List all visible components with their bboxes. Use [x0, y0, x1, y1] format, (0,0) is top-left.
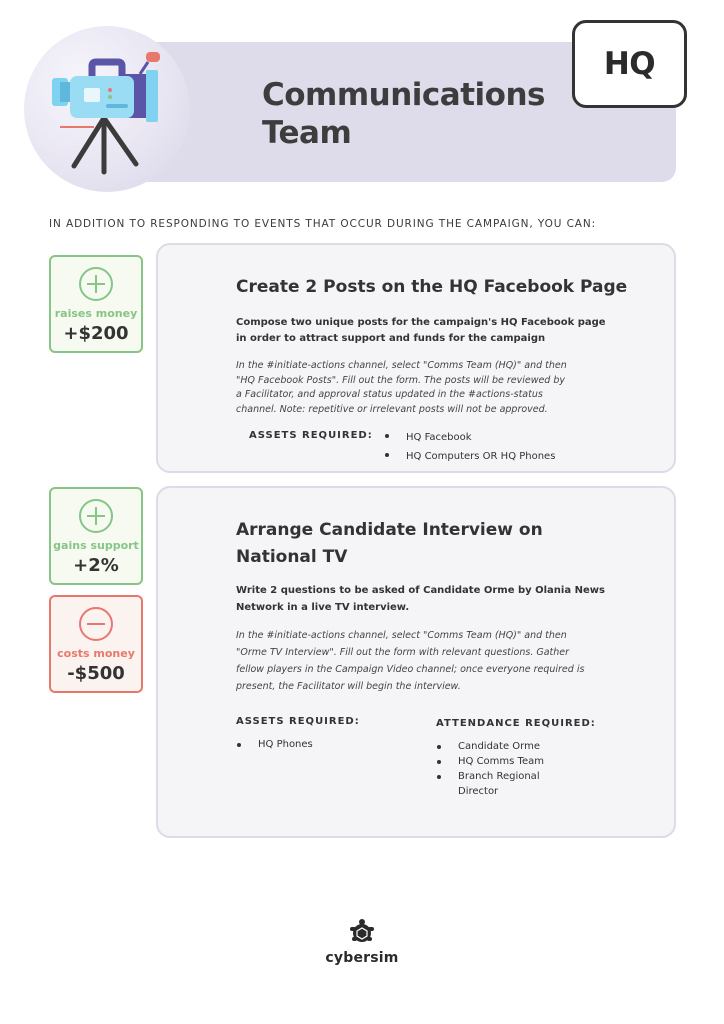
list-item: HQ Phones [236, 737, 313, 752]
action-title-line: Arrange Candidate Interview on [236, 520, 543, 540]
assets-required-label: ASSETS REQUIRED: [236, 716, 360, 727]
action-card-tv-interview: Arrange Candidate Interview on National … [156, 486, 676, 838]
plus-icon [79, 499, 113, 533]
list-item: Candidate Orme [436, 739, 544, 754]
costs-money-badge: costs money -$500 [49, 595, 143, 693]
instruction-line: present, the Facilitator will begin the … [236, 681, 461, 692]
effect-label: costs money [57, 647, 135, 660]
instruction-line: channel. Note: repetitive or irrelevant … [236, 403, 548, 415]
instruction-line: "Orme TV Interview". Fill out the form w… [236, 647, 570, 658]
action-instructions: In the #initiate-actions channel, select… [236, 627, 584, 695]
gains-support-badge: gains support +2% [49, 487, 143, 585]
action-lead-line: in order to attract support and funds fo… [236, 333, 546, 344]
turtle-icon [350, 919, 374, 942]
action-title-line: National TV [236, 547, 348, 567]
action-lead: Compose two unique posts for the campaig… [236, 315, 606, 347]
page-title-line-1: Communications [262, 77, 545, 113]
page-title-line-2: Team [262, 115, 352, 151]
effect-label: raises money [54, 307, 138, 320]
effect-amount: +$200 [63, 323, 129, 344]
instruction-line: fellow players in the Campaign Video cha… [236, 664, 585, 675]
assets-list: HQ Phones [236, 737, 313, 752]
hero-image [24, 26, 190, 192]
plus-icon [79, 267, 113, 301]
hq-badge: HQ [572, 20, 687, 108]
cybersim-logo: cybersim [322, 918, 402, 966]
action-title: Create 2 Posts on the HQ Facebook Page [236, 277, 628, 297]
intro-text: IN ADDITION TO RESPONDING TO EVENTS THAT… [49, 218, 597, 230]
action-lead-line: Compose two unique posts for the campaig… [236, 317, 606, 328]
action-instructions: In the #initiate-actions channel, select… [236, 359, 567, 417]
effect-label: gains support [53, 539, 139, 552]
raises-money-badge: raises money +$200 [49, 255, 143, 353]
list-item-continued: Director [458, 786, 499, 797]
list-item: Branch Regional [436, 769, 544, 784]
effect-amount: -$500 [67, 663, 125, 684]
page-title: Communications Team [262, 76, 562, 152]
attendance-required-label: ATTENDANCE REQUIRED: [436, 718, 596, 729]
list-item: HQ Comms Team [436, 754, 544, 769]
action-lead: Write 2 questions to be asked of Candida… [236, 582, 605, 616]
attendance-list: Candidate Orme HQ Comms Team Branch Regi… [436, 739, 544, 799]
assets-list: HQ Facebook HQ Computers OR HQ Phones [384, 428, 555, 466]
list-item: HQ Facebook [384, 428, 555, 447]
assets-required-label: ASSETS REQUIRED: [249, 430, 373, 441]
instruction-line: In the #initiate-actions channel, select… [236, 360, 567, 371]
action-lead-line: Network in a live TV interview. [236, 602, 410, 613]
video-camera-icon [52, 52, 160, 175]
effect-amount: +2% [73, 555, 119, 576]
list-item: HQ Computers OR HQ Phones [384, 447, 555, 466]
minus-icon [79, 607, 113, 641]
instruction-line: "HQ Facebook Posts". Fill out the form. … [236, 374, 566, 386]
action-card-facebook: Create 2 Posts on the HQ Facebook Page C… [156, 243, 676, 473]
instruction-line: In the #initiate-actions channel, select… [236, 630, 567, 641]
logo-wordmark: cybersim [325, 950, 399, 966]
action-lead-line: Write 2 questions to be asked of Candida… [236, 585, 605, 596]
instruction-line: a Facilitator, and approval status updat… [236, 389, 543, 400]
action-title: Arrange Candidate Interview on National … [236, 517, 543, 571]
